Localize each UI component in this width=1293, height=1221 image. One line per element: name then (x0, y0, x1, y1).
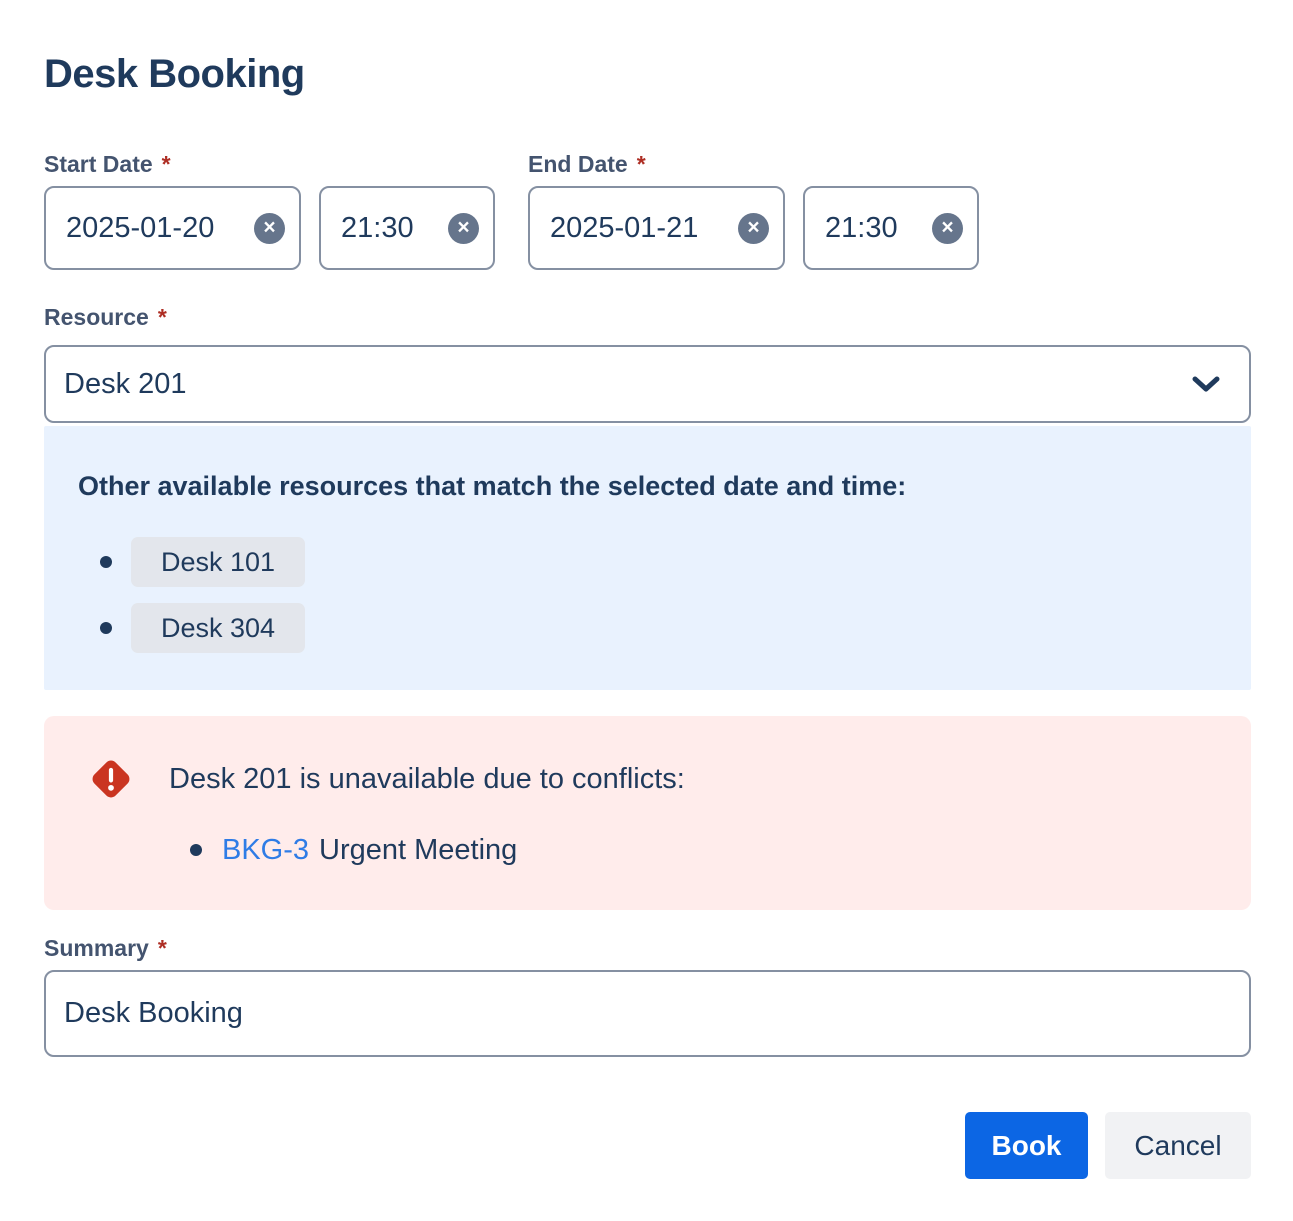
summary-input[interactable]: Desk Booking (44, 970, 1251, 1057)
start-date-clear-icon[interactable]: × (254, 213, 285, 244)
start-date-group: Start Date * 2025-01-20 × 21:30 × (44, 150, 495, 270)
resource-label: Resource * (44, 303, 1251, 331)
bullet-icon (100, 622, 112, 634)
booking-title: Urgent Meeting (319, 834, 517, 866)
resource-chip: Desk 101 (131, 537, 305, 587)
start-date-required-asterisk: * (162, 151, 171, 177)
summary-label-text: Summary (44, 935, 149, 961)
bullet-icon (100, 556, 112, 568)
error-icon (88, 756, 134, 802)
start-date-label: Start Date * (44, 150, 495, 178)
chevron-down-icon (1191, 374, 1221, 394)
resource-section: Resource * Desk 201 Other available resou… (44, 303, 1251, 690)
bullet-icon (190, 844, 202, 856)
end-time-value: 21:30 (825, 212, 898, 245)
resource-required-asterisk: * (158, 304, 167, 330)
conflict-error-panel: Desk 201 is unavailable due to conflicts… (44, 716, 1251, 910)
list-item: BKG-3 Urgent Meeting (190, 834, 1217, 866)
end-date-input[interactable]: 2025-01-21 × (528, 186, 785, 270)
start-time-clear-icon[interactable]: × (448, 213, 479, 244)
start-date-label-text: Start Date (44, 151, 153, 177)
availability-panel: Other available resources that match the… (44, 426, 1251, 690)
start-time-input[interactable]: 21:30 × (319, 186, 495, 270)
end-time-clear-icon[interactable]: × (932, 213, 963, 244)
resource-selected-value: Desk 201 (64, 368, 187, 401)
summary-label: Summary * (44, 934, 1251, 962)
end-date-label-text: End Date (528, 151, 628, 177)
availability-heading: Other available resources that match the… (78, 472, 1217, 500)
conflict-list: BKG-3 Urgent Meeting (88, 834, 1217, 866)
desk-booking-form: Desk Booking Start Date * 2025-01-20 × 21… (0, 0, 1293, 1221)
end-date-label: End Date * (528, 150, 979, 178)
start-datetime-inputs: 2025-01-20 × 21:30 × (44, 186, 495, 270)
end-date-clear-icon[interactable]: × (738, 213, 769, 244)
page-title: Desk Booking (44, 50, 1251, 98)
book-button[interactable]: Book (965, 1112, 1088, 1179)
end-date-value: 2025-01-21 (550, 212, 698, 245)
start-date-value: 2025-01-20 (66, 212, 214, 245)
resource-select[interactable]: Desk 201 (44, 345, 1251, 423)
end-date-group: End Date * 2025-01-21 × 21:30 × (528, 150, 979, 270)
start-date-input[interactable]: 2025-01-20 × (44, 186, 301, 270)
cancel-button[interactable]: Cancel (1105, 1112, 1251, 1179)
summary-section: Summary * Desk Booking (44, 934, 1251, 1057)
summary-value: Desk Booking (64, 997, 243, 1030)
conflict-booking: BKG-3 Urgent Meeting (222, 834, 517, 866)
end-time-input[interactable]: 21:30 × (803, 186, 979, 270)
datetime-row: Start Date * 2025-01-20 × 21:30 × End Dat… (44, 150, 1251, 270)
availability-list: Desk 101 Desk 304 (78, 537, 1217, 653)
end-date-required-asterisk: * (637, 151, 646, 177)
booking-key-link[interactable]: BKG-3 (222, 834, 309, 866)
conflict-message: Desk 201 is unavailable due to conflicts… (169, 763, 685, 795)
conflict-error-header: Desk 201 is unavailable due to conflicts… (88, 756, 1217, 802)
resource-label-text: Resource (44, 304, 149, 330)
summary-required-asterisk: * (158, 935, 167, 961)
list-item: Desk 304 (100, 603, 1217, 653)
end-datetime-inputs: 2025-01-21 × 21:30 × (528, 186, 979, 270)
list-item: Desk 101 (100, 537, 1217, 587)
start-time-value: 21:30 (341, 212, 414, 245)
form-actions: Book Cancel (44, 1112, 1251, 1179)
resource-chip: Desk 304 (131, 603, 305, 653)
